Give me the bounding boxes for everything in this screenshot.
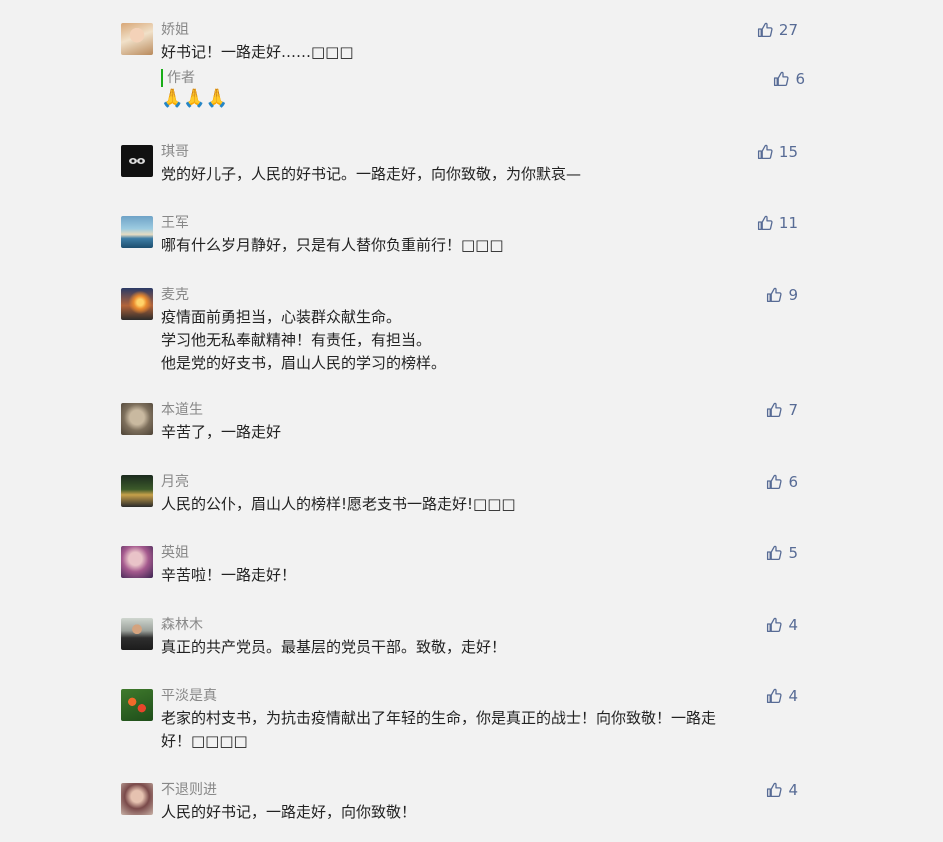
like-button[interactable]: 5 [766, 543, 798, 563]
reply-like-button[interactable]: 6 [773, 69, 805, 89]
comment-text-line: 好书记！一路走好……□□□ [161, 43, 354, 61]
comment-text-line: 辛苦了，一路走好 [161, 423, 282, 441]
comment-text-line: 党的好儿子，人民的好书记。一路走好，向你致敬，为你默哀— [161, 165, 582, 183]
avatar[interactable] [121, 618, 153, 650]
avatar[interactable] [121, 689, 153, 721]
like-count: 7 [788, 401, 798, 419]
comment-text: 真正的共产党员。最基层的党员干部。致敬，走好！ [161, 636, 781, 659]
comment-text: 人民的公仆，眉山人的榜样!愿老支书一路走好!□□□ [161, 493, 781, 516]
thumbs-up-icon [757, 22, 773, 38]
like-button[interactable]: 7 [766, 400, 798, 420]
commenter-name[interactable]: 英姐 [161, 543, 189, 563]
comment-text: 哪有什么岁月静好，只是有人替你负重前行！□□□ [161, 234, 781, 257]
comment-text-line: 学习他无私奉献精神！有责任，有担当。 [161, 331, 432, 349]
avatar[interactable] [121, 546, 153, 578]
commenter-name[interactable]: 娇姐 [161, 20, 189, 40]
like-count: 9 [788, 286, 798, 304]
comment-text-line: 老家的村支书，为抗击疫情献出了年轻的生命，你是真正的战士！向你致敬！一路走 [161, 709, 717, 727]
comment-text: 党的好儿子，人民的好书记。一路走好，向你致敬，为你默哀— [161, 163, 781, 186]
like-button[interactable]: 4 [766, 780, 798, 800]
like-count: 5 [788, 544, 798, 562]
author-reply-label: 作者 [161, 69, 195, 87]
like-count: 6 [788, 473, 798, 491]
comment-text-line: 他是党的好支书，眉山人民的学习的榜样。 [161, 354, 447, 372]
comment-list: 娇姐 27 好书记！一路走好……□□□ 作者 🙏🙏🙏 6 琪哥 15 党的好儿子 [0, 0, 943, 842]
like-count: 15 [778, 143, 798, 161]
comment-text-line: 辛苦啦！一路走好！ [161, 566, 297, 584]
thumbs-up-icon [773, 71, 790, 87]
like-count: 27 [778, 21, 798, 39]
like-count: 4 [788, 687, 798, 705]
avatar[interactable] [121, 783, 153, 815]
commenter-name[interactable]: 月亮 [161, 472, 189, 492]
thumbs-up-icon [766, 474, 783, 490]
comment-text-line: 疫情面前勇担当，心装群众献生命。 [161, 308, 402, 326]
like-button[interactable]: 27 [757, 20, 798, 40]
comment-text-line: 人民的公仆，眉山人的榜样!愿老支书一路走好!□□□ [161, 495, 516, 513]
like-count: 6 [795, 70, 805, 88]
comment-text: 辛苦啦！一路走好！ [161, 564, 781, 587]
thumbs-up-icon [766, 688, 783, 704]
avatar[interactable] [121, 145, 153, 177]
like-button[interactable]: 15 [757, 142, 798, 162]
comment-text: 辛苦了，一路走好 [161, 421, 781, 444]
avatar[interactable] [121, 403, 153, 435]
commenter-name[interactable]: 本道生 [161, 400, 203, 420]
commenter-name[interactable]: 不退则进 [161, 780, 217, 800]
like-button[interactable]: 9 [766, 285, 798, 305]
commenter-name[interactable]: 平淡是真 [161, 686, 217, 706]
thumbs-up-icon [766, 287, 783, 303]
comment-text: 好书记！一路走好……□□□ [161, 41, 781, 64]
avatar[interactable] [121, 288, 153, 320]
comment-text-line: 哪有什么岁月静好，只是有人替你负重前行！□□□ [161, 236, 504, 254]
commenter-name[interactable]: 琪哥 [161, 142, 189, 162]
thumbs-up-icon [757, 144, 773, 160]
comment-text: 人民的好书记，一路走好，向你致敬！ [161, 801, 781, 824]
thumbs-up-icon [766, 782, 783, 798]
avatar[interactable] [121, 475, 153, 507]
like-button[interactable]: 6 [766, 472, 798, 492]
commenter-name[interactable]: 森林木 [161, 615, 203, 635]
comment-text-line: 人民的好书记，一路走好，向你致敬！ [161, 803, 417, 821]
thumbs-up-icon [766, 617, 783, 633]
comment-text-line: 好！□□□□ [161, 732, 248, 750]
thumbs-up-icon [766, 402, 783, 418]
avatar[interactable] [121, 216, 153, 248]
like-button[interactable]: 4 [766, 615, 798, 635]
avatar[interactable] [121, 23, 153, 55]
commenter-name[interactable]: 麦克 [161, 285, 189, 305]
comment-text: 老家的村支书，为抗击疫情献出了年轻的生命，你是真正的战士！向你致敬！一路走 好！… [161, 707, 781, 753]
like-count: 4 [788, 781, 798, 799]
like-count: 11 [778, 214, 798, 232]
like-button[interactable]: 4 [766, 686, 798, 706]
thumbs-up-icon [766, 545, 783, 561]
like-button[interactable]: 11 [757, 213, 798, 233]
comment-text: 疫情面前勇担当，心装群众献生命。 学习他无私奉献精神！有责任，有担当。 他是党的… [161, 306, 781, 375]
comment-text-line: 真正的共产党员。最基层的党员干部。致敬，走好！ [161, 638, 507, 656]
commenter-name[interactable]: 王军 [161, 213, 189, 233]
thumbs-up-icon [757, 215, 773, 231]
author-reply-text: 🙏🙏🙏 [161, 88, 229, 109]
like-count: 4 [788, 616, 798, 634]
